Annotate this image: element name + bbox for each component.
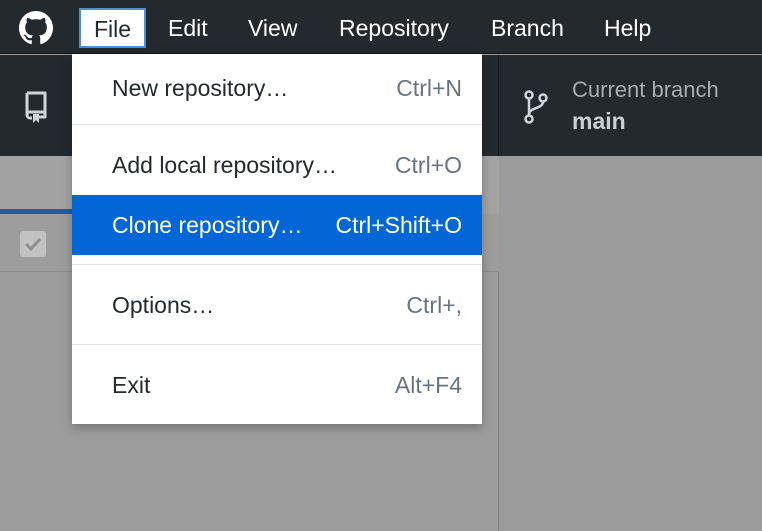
- file-menu-dropdown: New repository… Ctrl+N Add local reposit…: [72, 54, 482, 424]
- menu-item-label: Clone repository…: [112, 212, 303, 238]
- menu-separator: [72, 344, 482, 345]
- github-logo-icon[interactable]: [19, 11, 53, 45]
- checkmark-icon: [24, 237, 42, 252]
- current-branch-name[interactable]: main: [572, 108, 626, 135]
- menu-item-label: Options…: [112, 292, 215, 318]
- menu-item-shortcut: Alt+F4: [394, 372, 462, 398]
- menu-item-label: Exit: [112, 372, 151, 398]
- menu-item-add-local-repository[interactable]: Add local repository… Ctrl+O: [72, 135, 482, 195]
- menu-file[interactable]: File: [79, 8, 147, 48]
- menu-item-options[interactable]: Options… Ctrl+,: [72, 275, 482, 335]
- menu-item-label: Add local repository…: [112, 152, 337, 178]
- menu-item-shortcut: Ctrl+O: [394, 152, 462, 178]
- current-branch-caption[interactable]: Current branch: [572, 77, 719, 103]
- repository-icon: [25, 91, 47, 123]
- select-all-checkbox[interactable]: [20, 231, 46, 257]
- git-branch-icon: [524, 90, 548, 124]
- menu-item-clone-repository[interactable]: Clone repository… Ctrl+Shift+O: [72, 195, 482, 255]
- menu-repository[interactable]: Repository: [339, 0, 449, 54]
- menu-item-shortcut: Ctrl+Shift+O: [335, 212, 462, 238]
- menu-item-label: New repository…: [112, 75, 289, 101]
- menu-item-exit[interactable]: Exit Alt+F4: [72, 355, 482, 415]
- menu-item-shortcut: Ctrl+N: [396, 75, 462, 101]
- menu-separator: [72, 264, 482, 265]
- menu-item-new-repository[interactable]: New repository… Ctrl+N: [72, 58, 482, 118]
- menu-edit[interactable]: Edit: [168, 0, 208, 54]
- menu-help[interactable]: Help: [604, 0, 651, 54]
- menu-separator: [72, 124, 482, 125]
- menu-item-shortcut: Ctrl+,: [406, 292, 462, 318]
- menu-bar: File Edit View Repository Branch Help: [0, 0, 762, 54]
- menu-view[interactable]: View: [248, 0, 297, 54]
- menu-branch[interactable]: Branch: [491, 0, 564, 54]
- main-pane: [500, 156, 762, 531]
